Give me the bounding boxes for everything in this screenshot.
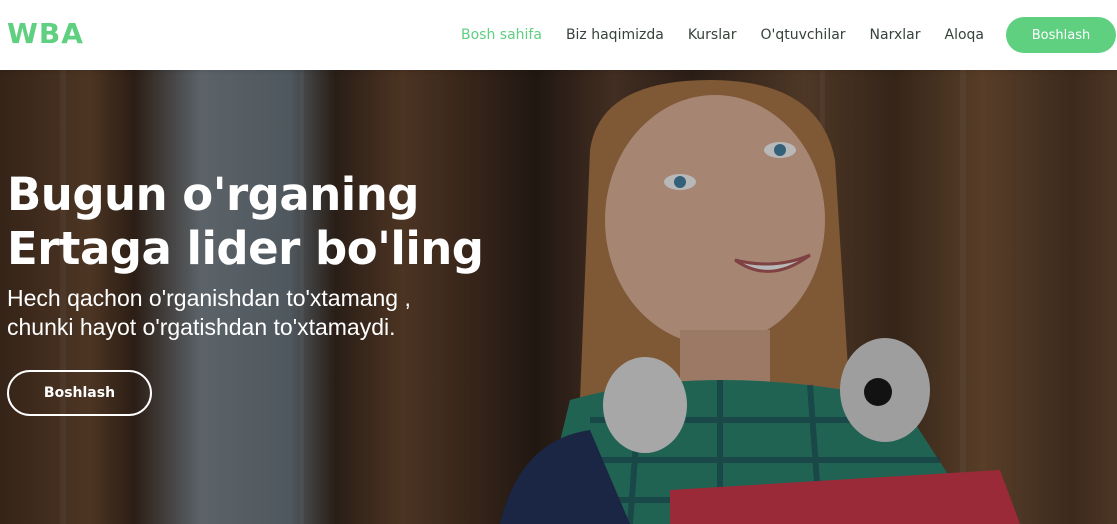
hero-content: Bugun o'rganing Ertaga lider bo'ling Hec…: [7, 168, 484, 416]
nav-item-home[interactable]: Bosh sahifa: [461, 27, 542, 43]
main-nav: Bosh sahifa Biz haqimizda Kurslar O'qtuv…: [437, 0, 1117, 70]
nav-item-contact[interactable]: Aloqa: [945, 27, 985, 43]
hero-title: Bugun o'rganing Ertaga lider bo'ling: [7, 168, 484, 276]
hero-section: Bugun o'rganing Ertaga lider bo'ling Hec…: [0, 70, 1117, 524]
navbar: WBA Bosh sahifa Biz haqimizda Kurslar O'…: [0, 0, 1117, 70]
hero-title-line-2: Ertaga lider bo'ling: [7, 222, 484, 275]
hero-subtitle-line-2: chunki hayot o'rgatishdan to'xtamaydi.: [7, 314, 396, 340]
hero-start-button[interactable]: Boshlash: [7, 370, 152, 416]
hero-title-line-1: Bugun o'rganing: [7, 168, 419, 221]
nav-item-courses[interactable]: Kurslar: [688, 27, 737, 43]
nav-item-about[interactable]: Biz haqimizda: [566, 27, 664, 43]
get-started-button[interactable]: Boshlash: [1006, 17, 1116, 53]
brand-logo[interactable]: WBA: [7, 17, 84, 50]
hero-subtitle-line-1: Hech qachon o'rganishdan to'xtamang ,: [7, 285, 411, 311]
nav-item-teachers[interactable]: O'qtuvchilar: [760, 27, 845, 43]
hero-subtitle: Hech qachon o'rganishdan to'xtamang , ch…: [7, 284, 484, 342]
nav-item-pricing[interactable]: Narxlar: [870, 27, 921, 43]
